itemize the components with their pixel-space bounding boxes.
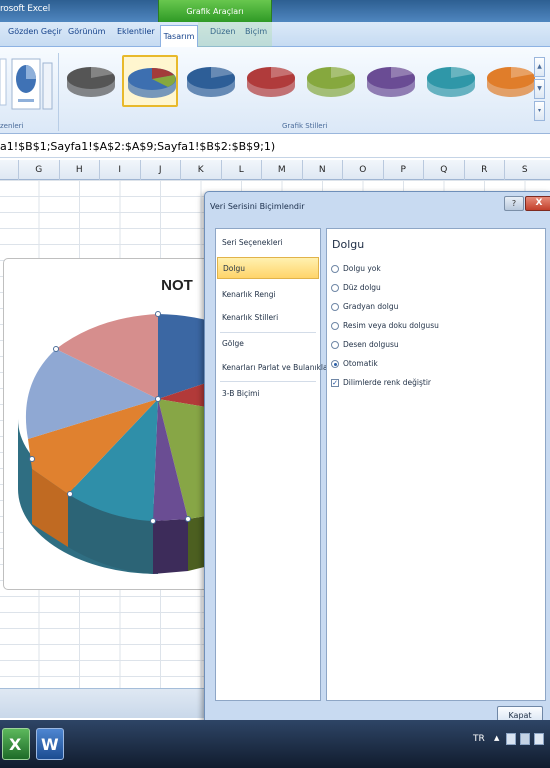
checkbox-checked[interactable]: ✓: [331, 379, 339, 387]
nav-border-color[interactable]: Kenarlık Rengi: [217, 284, 319, 306]
chart-styles-group-label: Grafik Stilleri: [282, 122, 328, 130]
column-header[interactable]: Q: [423, 160, 464, 180]
gallery-scroll-down-button[interactable]: ▼: [534, 79, 545, 99]
column-header[interactable]: K: [180, 160, 221, 180]
tab-addins[interactable]: Eklentiler: [117, 27, 155, 36]
radio-button[interactable]: [331, 265, 339, 273]
row-number-corner: [0, 160, 18, 180]
ribbon-tab-bar: Gözden Geçir Görünüm Eklentiler Düzen Bi…: [0, 22, 550, 47]
nav-shadow[interactable]: Gölge: [217, 333, 319, 355]
svg-text:W: W: [41, 735, 59, 754]
tab-design[interactable]: Tasarım: [160, 25, 198, 48]
flag-icon[interactable]: [506, 733, 516, 745]
tab-review[interactable]: Gözden Geçir: [8, 27, 62, 36]
chart-tools-context-header: Grafik Araçları: [158, 0, 272, 22]
column-header[interactable]: H: [58, 160, 100, 180]
radio-button[interactable]: [331, 284, 339, 292]
chart-style-thumbnail[interactable]: [242, 55, 298, 107]
option-label: Otomatik: [343, 359, 378, 368]
chart-layouts-group-label: zenleri: [0, 122, 24, 130]
radio-button[interactable]: [331, 341, 339, 349]
ribbon-panel: zenleri ▲ ▼ ▾ Grafik Stilleri: [0, 47, 550, 134]
column-header[interactable]: L: [220, 160, 262, 180]
column-header[interactable]: G: [18, 160, 59, 180]
chart-style-thumbnail[interactable]: [482, 55, 538, 107]
nav-glow-soft-edges[interactable]: Kenarları Parlat ve Bulanıklaştır: [217, 357, 340, 379]
option-label: Düz dolgu: [343, 283, 381, 292]
fill-options-panel: Dolgu Dolgu yok Düz dolgu Gradyan dolgu …: [326, 228, 546, 701]
dialog-title: Veri Serisini Biçimlendir: [210, 202, 305, 211]
pie-side-purple: [153, 519, 188, 574]
nav-fill[interactable]: Dolgu: [217, 257, 319, 279]
nav-series-options[interactable]: Seri Seçenekleri: [217, 232, 319, 254]
chart-title[interactable]: NOT: [142, 277, 212, 294]
option-label: Dolgu yok: [343, 264, 381, 273]
excel-taskbar-icon[interactable]: X: [2, 728, 30, 760]
tab-view[interactable]: Görünüm: [68, 27, 105, 36]
column-header[interactable]: P: [382, 160, 424, 180]
formula-bar[interactable]: a1!$B$1;Sayfa1!$A$2:$A$9;Sayfa1!$B$2:$B$…: [0, 136, 550, 158]
column-header-row: GHIJKLMNOPQRS: [0, 160, 550, 180]
section-heading: Dolgu: [332, 238, 365, 251]
dialog-category-list: Seri Seçenekleri Dolgu Kenarlık Rengi Ke…: [215, 228, 340, 701]
nav-divider: [220, 381, 316, 382]
column-header[interactable]: S: [504, 160, 545, 180]
svg-text:X: X: [9, 735, 22, 754]
volume-icon[interactable]: [534, 733, 544, 745]
dialog-close-button[interactable]: X: [525, 196, 550, 211]
option-label: Resim veya doku dolgusu: [343, 321, 439, 330]
chart-style-thumbnail[interactable]: [182, 55, 238, 107]
column-header[interactable]: M: [261, 160, 302, 180]
chart-style-thumbnail[interactable]: [62, 55, 118, 107]
chart-style-thumbnail[interactable]: [422, 55, 478, 107]
radio-button-selected[interactable]: [331, 360, 339, 368]
column-header[interactable]: R: [463, 160, 505, 180]
option-label: Gradyan dolgu: [343, 302, 399, 311]
option-label: Desen dolgusu: [343, 340, 399, 349]
radio-button[interactable]: [331, 322, 339, 330]
group-separator: [58, 53, 59, 131]
nav-3d-format[interactable]: 3-B Biçimi: [217, 383, 319, 405]
show-hidden-icons-arrow[interactable]: ▲: [494, 734, 499, 742]
gallery-more-button[interactable]: ▾: [534, 101, 545, 121]
format-data-series-dialog: Veri Serisini Biçimlendir ? X Seri Seçen…: [204, 191, 550, 731]
chart-styles-gallery: [62, 55, 540, 115]
column-header[interactable]: J: [139, 160, 181, 180]
radio-button[interactable]: [331, 303, 339, 311]
context-tab-tint: [198, 22, 272, 47]
gallery-scroll-up-button[interactable]: ▲: [534, 57, 545, 77]
chart-style-thumbnail[interactable]: [122, 55, 178, 107]
column-header[interactable]: I: [99, 160, 140, 180]
screen: { "window": {"app_title": "rosoft Excel"…: [0, 0, 550, 768]
app-title: rosoft Excel: [0, 4, 51, 14]
network-icon[interactable]: [520, 733, 530, 745]
help-button[interactable]: ?: [504, 196, 524, 211]
option-label: Dilimlerde renk değiştir: [343, 378, 431, 387]
column-header[interactable]: N: [301, 160, 343, 180]
language-indicator[interactable]: TR: [473, 734, 485, 744]
title-bar: rosoft Excel: [0, 0, 550, 22]
taskbar: X W TR ▲: [0, 720, 550, 768]
chart-style-thumbnail[interactable]: [362, 55, 418, 107]
word-taskbar-icon[interactable]: W: [36, 728, 64, 760]
column-header[interactable]: O: [342, 160, 383, 180]
nav-border-styles[interactable]: Kenarlık Stilleri: [217, 307, 319, 329]
chart-style-thumbnail[interactable]: [302, 55, 358, 107]
